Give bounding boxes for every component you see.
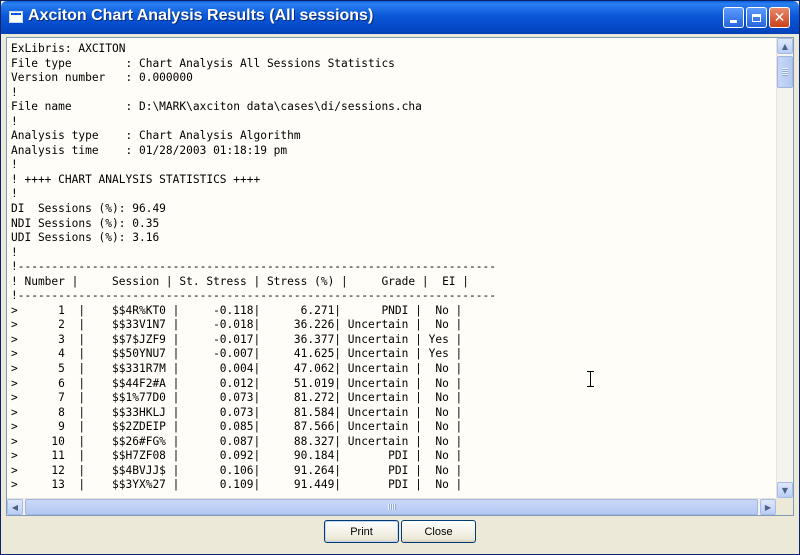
report-line: ! — [11, 114, 18, 128]
table-row: > 9 | $$2ZDEIP | 0.085| 87.566| Uncertai… — [11, 420, 463, 434]
minimize-button[interactable] — [723, 7, 744, 28]
table-row: > 5 | $$331R7M | 0.004| 47.062| Uncertai… — [11, 362, 463, 376]
table-row: > 8 | $$33HKLJ | 0.073| 81.584| Uncertai… — [11, 405, 463, 419]
scroll-right-button[interactable]: ▶ — [760, 499, 776, 515]
close-button[interactable]: Close — [401, 520, 476, 543]
table-row: > 2 | $$33V1N7 | -0.018| 36.226| Uncerta… — [11, 318, 463, 332]
report-line: !---------------------------------------… — [11, 260, 496, 274]
horizontal-scroll-thumb[interactable] — [25, 499, 758, 515]
report-text-area[interactable]: ExLibris: AXCITON File type : Chart Anal… — [6, 37, 794, 516]
scroll-up-button[interactable]: ▲ — [777, 38, 793, 54]
close-window-button[interactable]: ✕ — [769, 7, 790, 28]
report-line: ! — [11, 245, 18, 259]
maximize-button[interactable] — [746, 7, 767, 28]
report-line: ! Number | Session | St. Stress | Stress… — [11, 274, 470, 288]
report-line: NDI Sessions (%): 0.35 — [11, 216, 160, 230]
report-line: UDI Sessions (%): 3.16 — [11, 231, 160, 245]
maximize-icon — [752, 13, 761, 22]
minimize-icon — [730, 20, 737, 23]
scroll-down-button[interactable]: ▼ — [777, 482, 793, 498]
chevron-right-icon: ▶ — [764, 502, 772, 512]
table-row: > 3 | $$7$JZF9 | -0.017| 36.377| Uncerta… — [11, 332, 463, 346]
report-line: Analysis type : Chart Analysis Algorithm — [11, 129, 301, 143]
report-line: DI Sessions (%): 96.49 — [11, 202, 166, 216]
chevron-down-icon: ▼ — [781, 485, 789, 495]
report-line: File name : D:\MARK\axciton data\cases\d… — [11, 100, 422, 114]
report-line: File type : Chart Analysis All Sessions … — [11, 56, 395, 70]
report-text: ExLibris: AXCITON File type : Chart Anal… — [11, 42, 769, 493]
table-row: > 11 | $$H7ZF08 | 0.092| 90.184| PDI | N… — [11, 449, 463, 463]
report-line: ! — [11, 85, 18, 99]
report-line: ! — [11, 158, 18, 172]
report-line: ! ++++ CHART ANALYSIS STATISTICS ++++ — [11, 172, 261, 186]
report-line: Version number : 0.000000 — [11, 71, 193, 85]
text-cursor-icon — [587, 371, 595, 387]
vertical-scroll-thumb[interactable] — [777, 56, 793, 88]
table-row: > 4 | $$50YNU7 | -0.007| 41.625| Uncerta… — [11, 347, 463, 361]
close-icon: ✕ — [773, 9, 786, 26]
window-icon[interactable] — [9, 11, 23, 23]
report-window: Axciton Chart Analysis Results (All sess… — [0, 0, 800, 555]
table-row: > 1 | $$4R%KT0 | -0.118| 6.271| PNDI | N… — [11, 303, 463, 317]
title-bar[interactable]: Axciton Chart Analysis Results (All sess… — [1, 1, 799, 34]
report-line: ExLibris: AXCITON — [11, 42, 126, 55]
table-row: > 10 | $$26#FG% | 0.087| 88.327| Uncerta… — [11, 434, 463, 448]
chevron-left-icon: ◀ — [11, 502, 19, 512]
table-row: > 12 | $$4BVJJ$ | 0.106| 91.264| PDI | N… — [11, 463, 463, 477]
print-button[interactable]: Print — [324, 520, 399, 543]
horizontal-scrollbar[interactable]: ◀ ▶ — [7, 498, 776, 515]
scrollbar-corner — [776, 498, 793, 515]
report-line: ! — [11, 187, 18, 201]
table-row: > 6 | $$44F2#A | 0.012| 51.019| Uncertai… — [11, 376, 463, 390]
scroll-left-button[interactable]: ◀ — [7, 499, 23, 515]
report-line: !---------------------------------------… — [11, 289, 496, 303]
table-row: > 7 | $$1%77D0 | 0.073| 81.272| Uncertai… — [11, 391, 463, 405]
vertical-scrollbar[interactable]: ▲ ▼ — [776, 38, 793, 498]
chevron-up-icon: ▲ — [781, 41, 789, 51]
table-row: > 13 | $$3YX%27 | 0.109| 91.449| PDI | N… — [11, 478, 463, 492]
report-line: Analysis time : 01/28/2003 01:18:19 pm — [11, 143, 288, 157]
window-title: Axciton Chart Analysis Results (All sess… — [28, 7, 374, 24]
